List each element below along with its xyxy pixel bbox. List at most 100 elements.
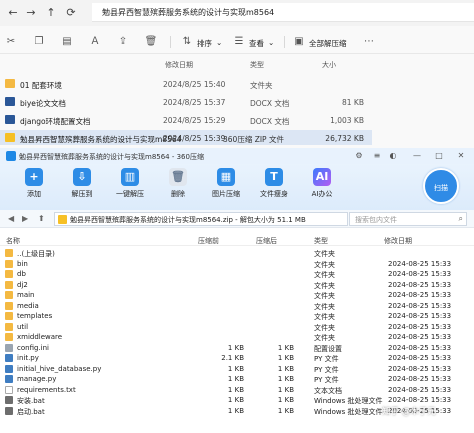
file-date: 2024/8/25 15:39 [163,134,226,143]
image-compress-button[interactable]: ▦ 图片压缩 [206,168,246,208]
up-arrow-icon[interactable]: ⬆ [38,214,45,223]
back-arrow-icon[interactable]: ← [6,6,20,20]
refresh-icon[interactable]: ⟳ [64,6,78,20]
table-row[interactable]: manage.py 1 KB 1 KB PY 文件 2024-08-25 15:33 [0,374,474,385]
view-icon[interactable]: ☰ [232,35,246,49]
table-row[interactable]: main 文件夹 2024-08-25 15:33 [0,290,474,301]
file-slim-button[interactable]: T 文件瘦身 [254,168,294,208]
table-row[interactable]: initial_hive_database.py 1 KB 1 KB PY 文件 202… [0,364,474,375]
close-icon[interactable]: ✕ [454,150,468,162]
explorer-title-bar: ← → ↑ ⟳ 勉县昇西智慧殡葬服务系统的设计与实现m8564 [0,0,474,26]
list-item[interactable]: biye论文文档 2024/8/25 15:37 DOCX 文档 81 KB [0,94,374,109]
row-after: 1 KB [277,354,294,362]
sort-icon[interactable]: ⇅ [180,35,194,49]
share-icon[interactable]: ⇪ [116,35,130,49]
column-size[interactable]: 大小 [322,60,336,70]
batch-file-icon [5,406,13,415]
zip-path-text: 勉县昇西智慧殡葬服务系统的设计与实现m8564.zip - 解包大小为 51.1… [70,216,306,224]
search-input[interactable]: 搜索包内文件 ⌕ [349,212,467,226]
row-name: 启动.bat [17,407,45,416]
image-compress-label: 图片压缩 [212,190,240,198]
list-item-selected[interactable]: 勉县昇西智慧殡葬服务系统的设计与实现m8564 2024/8/25 15:39 … [0,130,372,145]
row-after: 1 KB [277,385,294,394]
column-after[interactable]: 压缩后 [256,236,277,246]
table-row[interactable]: 安装.bat 1 KB 1 KB Windows 批处理文件 2024-08-25 15… [0,395,474,406]
table-row[interactable]: init.py 2.1 KB 1 KB PY 文件 2024-08-25 15:33 [0,353,474,364]
table-row[interactable]: config.ini 1 KB 1 KB 配置设置 2024-08-25 15:33 [0,343,474,354]
file-date: 2024/8/25 15:40 [163,80,226,89]
scan-button[interactable]: 扫描 [423,168,459,204]
list-item[interactable]: 01 配套环境 2024/8/25 15:40 文件夹 [0,76,374,91]
minimize-icon[interactable]: — [410,150,424,162]
maximize-icon[interactable]: □ [432,150,446,162]
table-row[interactable]: db 文件夹 2024-08-25 15:33 [0,269,474,280]
paste-icon[interactable]: ▤ [60,35,74,49]
delete-icon[interactable]: 🗑 [144,35,158,49]
toolbar-divider [284,36,285,48]
back-arrow-icon[interactable]: ◀ [8,214,14,223]
extract-all-button[interactable]: 全部解压缩 [309,38,347,49]
table-row[interactable]: util 文件夹 2024-08-25 15:33 [0,322,474,333]
ai-office-icon: AI [313,168,331,186]
extract-icon[interactable]: ▣ [292,35,306,49]
settings-icon[interactable]: ⚙ [352,150,366,162]
menu-icon[interactable]: ≡ [370,150,384,162]
column-type[interactable]: 类型 [314,236,328,246]
row-date: 2024-08-25 15:33 [388,322,452,331]
extract-to-button[interactable]: ⇩ 解压到 [62,168,102,208]
skin-icon[interactable]: ◐ [386,150,400,162]
chevron-down-icon[interactable]: ⌄ [268,38,274,47]
folder-icon [5,333,13,341]
chevron-down-icon[interactable]: ⌄ [216,38,222,47]
one-click-extract-button[interactable]: ▥ 一键解压 [110,168,150,208]
column-before[interactable]: 压缩前 [198,236,219,246]
column-type[interactable]: 类型 [250,60,264,70]
batch-file-icon [5,396,13,404]
row-date: 2024-08-25 15:33 [388,301,452,310]
row-name: db [17,270,26,278]
delete-button[interactable]: 🗑 删除 [158,168,198,208]
add-button[interactable]: + 添加 [14,168,54,208]
copy-icon[interactable]: ❐ [32,35,46,49]
table-row[interactable]: dj2 文件夹 2024-08-25 15:33 [0,280,474,291]
file-slim-icon: T [265,168,283,186]
list-item[interactable]: django环境配置文档 2024/8/25 15:29 DOCX 文档 1,0… [0,112,374,127]
view-button[interactable]: 查看 [249,38,264,49]
toolbar-divider [170,36,171,48]
table-row[interactable]: bin 文件夹 2024-08-25 15:33 [0,259,474,270]
cut-icon[interactable]: ✂ [4,35,18,49]
table-row[interactable]: requirements.txt 1 KB 1 KB 文本文档 2024-08-25 1… [0,385,474,396]
column-date[interactable]: 修改日期 [384,236,412,246]
row-type: PY 文件 [314,365,339,374]
python-file-icon [5,375,13,383]
folder-icon [5,280,13,289]
search-icon[interactable]: ⌕ [459,214,463,224]
sort-button[interactable]: 排序 [197,38,212,49]
table-row[interactable]: templates 文件夹 2024-08-25 15:33 [0,311,474,322]
more-icon[interactable]: ⋯ [362,35,376,49]
explorer-address-bar[interactable]: 勉县昇西智慧殡葬服务系统的设计与实现m8564 [92,3,474,22]
table-row[interactable]: xmiddleware 文件夹 2024-08-25 15:33 [0,332,474,343]
row-before: 1 KB [227,406,244,415]
row-name: ..(上级目录) [17,250,55,258]
row-before: 1 KB [227,375,244,383]
column-date[interactable]: 修改日期 [165,60,193,70]
file-name: django环境配置文档 [20,117,91,126]
add-label: 添加 [27,190,41,198]
table-row[interactable]: media 文件夹 2024-08-25 15:33 [0,301,474,312]
zip-path-box[interactable]: 勉县昇西智慧殡葬服务系统的设计与实现m8564.zip - 解包大小为 51.1… [54,212,348,226]
up-arrow-icon[interactable]: ↑ [44,6,58,20]
table-row[interactable]: ..(上级目录) 文件夹 [0,248,474,259]
row-type: 文件夹 [314,313,335,321]
row-date: 2024-08-25 15:33 [388,333,452,341]
file-name: 01 配套环境 [20,81,62,90]
ai-office-button[interactable]: AI AI办公 [302,168,342,208]
column-name[interactable]: 名称 [6,236,20,246]
forward-arrow-icon[interactable]: ▶ [22,214,28,223]
rename-icon[interactable]: Ａ [88,35,102,49]
zip-address-bar: ◀ ▶ ⬆ 勉县昇西智慧殡葬服务系统的设计与实现m8564.zip - 解包大小… [0,210,474,228]
forward-arrow-icon[interactable]: → [24,6,38,20]
folder-icon [5,301,13,310]
ai-office-label: AI办公 [311,190,333,198]
file-type: 360压缩 ZIP 文件 [223,135,284,144]
